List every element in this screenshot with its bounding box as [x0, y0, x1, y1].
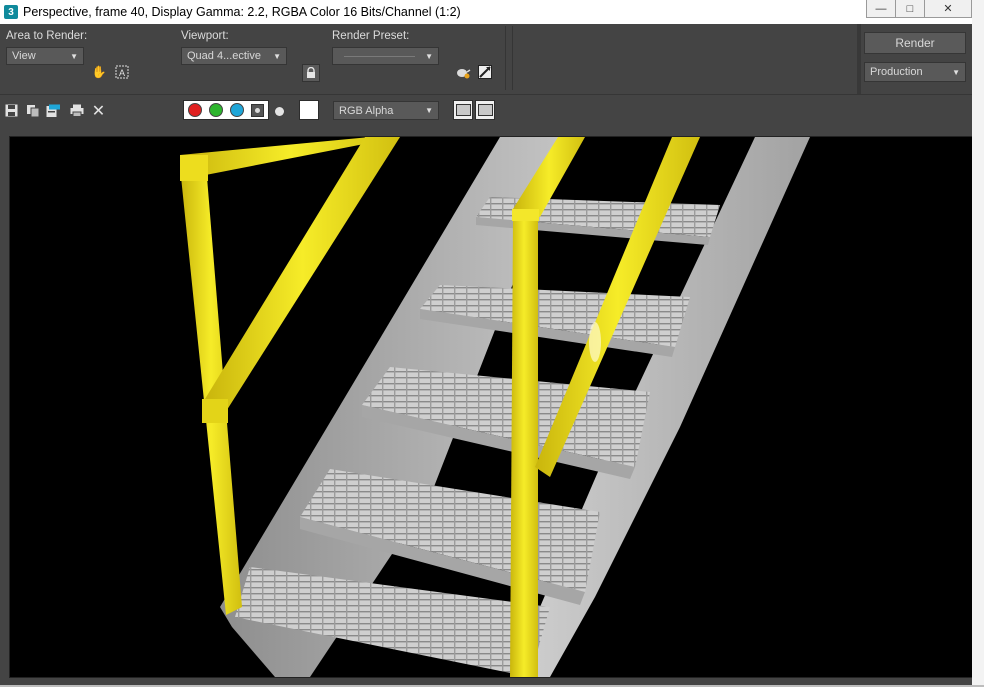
monochrome-toggle[interactable] — [275, 107, 284, 116]
area-to-render-dropdown[interactable]: View ▼ — [6, 47, 84, 65]
window-titlebar: 3 Perspective, frame 40, Display Gamma: … — [0, 0, 972, 24]
render-preset-label: Render Preset: — [332, 30, 410, 42]
chevron-down-icon: ▼ — [70, 51, 78, 61]
window-controls: — □ ✕ — [866, 0, 972, 18]
save-icon[interactable] — [4, 103, 19, 118]
red-channel-toggle[interactable] — [187, 103, 202, 117]
viewport-dropdown[interactable]: Quad 4...ective ▼ — [181, 47, 287, 65]
svg-text:A: A — [119, 68, 125, 78]
copy-icon[interactable] — [46, 103, 61, 118]
window-title: Perspective, frame 40, Display Gamma: 2.… — [23, 5, 461, 19]
viewport-group: Viewport: Quad 4...ective ▼ — [181, 30, 287, 65]
chevron-down-icon: ▼ — [425, 106, 433, 115]
panel-divider — [505, 26, 506, 90]
channel-toggle-group — [183, 100, 269, 120]
monitor-icon — [455, 104, 471, 116]
rendered-image-viewport[interactable] — [9, 136, 973, 678]
monitor-icon — [477, 104, 493, 116]
area-to-render-group: Area to Render: View ▼ — [6, 30, 87, 65]
chevron-down-icon: ▼ — [952, 67, 960, 77]
close-button[interactable]: ✕ — [925, 0, 972, 18]
print-icon[interactable] — [69, 103, 84, 118]
area-to-render-value: View — [12, 50, 36, 62]
background-window-edge — [972, 0, 984, 687]
chevron-down-icon: ▼ — [425, 51, 433, 61]
viewport-label: Viewport: — [181, 30, 229, 42]
clone-icon[interactable] — [25, 103, 40, 118]
hand-icon[interactable]: ✋ — [91, 64, 107, 80]
green-channel-toggle[interactable] — [208, 103, 223, 117]
render-frame-window: Area to Render: View ▼ ✋ A Viewport: Qua… — [0, 24, 973, 685]
channel-display-value: RGB Alpha — [339, 104, 394, 117]
minimize-button[interactable]: — — [866, 0, 896, 18]
maximize-button[interactable]: □ — [896, 0, 925, 18]
render-mode-dropdown[interactable]: Production ▼ — [864, 62, 966, 82]
chevron-down-icon: ▼ — [273, 51, 281, 61]
lock-icon[interactable] — [302, 64, 320, 82]
render-preset-group: Render Preset: ▼ — [332, 30, 439, 65]
display-toggle-button[interactable] — [453, 100, 473, 120]
area-to-render-label: Area to Render: — [6, 30, 88, 42]
panel-divider — [857, 24, 861, 94]
render-settings-panel: Area to Render: View ▼ ✋ A Viewport: Qua… — [0, 24, 972, 94]
crop-icon[interactable]: A — [114, 64, 130, 80]
panel-divider — [512, 26, 513, 90]
preset-empty-line — [344, 55, 416, 57]
render-button[interactable]: Render — [864, 32, 966, 54]
show-overlay-button[interactable] — [475, 100, 495, 120]
frame-buffer-toolbar: ✕ RGB Alpha ▼ — [0, 94, 972, 125]
render-setup-icon[interactable] — [477, 64, 493, 80]
render-preset-dropdown[interactable]: ▼ — [332, 47, 439, 65]
blue-channel-toggle[interactable] — [230, 103, 245, 117]
alpha-channel-toggle[interactable] — [251, 103, 265, 117]
app-icon: 3 — [4, 5, 18, 19]
teapot-icon[interactable] — [455, 64, 471, 80]
viewport-value: Quad 4...ective — [187, 50, 261, 62]
render-mode-value: Production — [870, 66, 923, 78]
channel-display-dropdown[interactable]: RGB Alpha ▼ — [333, 101, 439, 120]
color-swatch[interactable] — [299, 100, 319, 120]
rendered-stair-image — [180, 137, 810, 677]
close-icon[interactable]: ✕ — [91, 103, 106, 120]
